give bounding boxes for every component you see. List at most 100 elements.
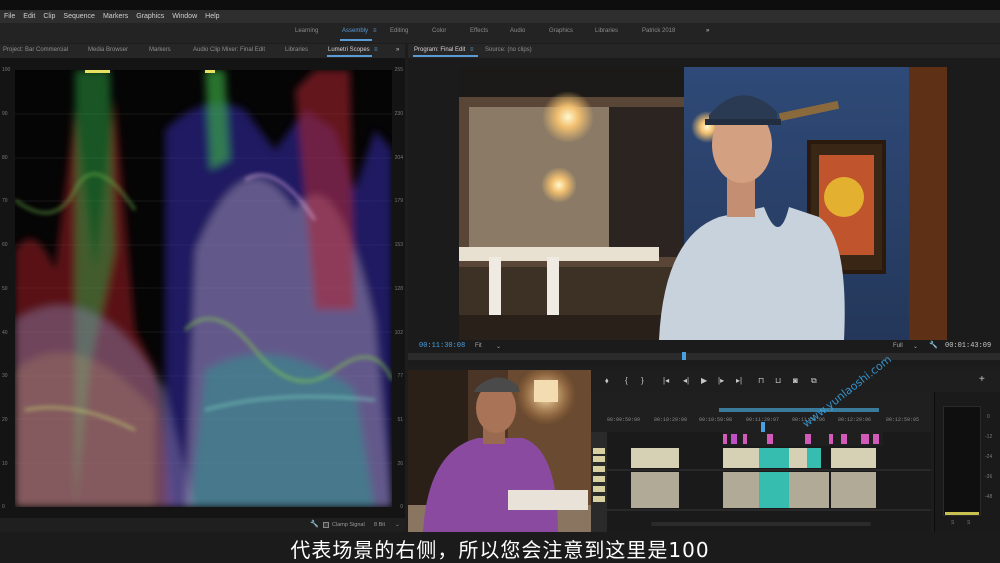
chevron-down-icon[interactable]: ⌄ [395, 522, 400, 528]
scale-label: 0 [2, 504, 5, 510]
comparison-view-icon[interactable]: ⧉ [811, 376, 817, 386]
go-to-out-icon[interactable]: ▸| [736, 376, 742, 385]
extract-icon[interactable]: ⊔ [775, 376, 781, 385]
menu-graphics[interactable]: Graphics [136, 13, 164, 20]
tab-audio-clip-mixer[interactable]: Audio Clip Mixer: Final Edit [193, 47, 265, 53]
scale-label: 80 [2, 155, 8, 161]
workspace-tab-color[interactable]: Color [432, 28, 446, 34]
add-icon[interactable]: + [979, 374, 985, 385]
workspace-tab-libraries[interactable]: Libraries [595, 28, 618, 34]
clamp-signal-checkbox[interactable] [323, 522, 329, 528]
tab-program[interactable]: Program: Final Edit [414, 47, 465, 53]
menu-bar: File Edit Clip Sequence Markers Graphics… [0, 10, 1000, 23]
program-tabs: Program: Final Edit ≡ Source: (no clips) [408, 44, 1000, 58]
scale-label: 70 [2, 198, 8, 204]
workspace-overflow-icon[interactable]: » [706, 28, 709, 34]
timeline-tracks[interactable] [591, 432, 931, 532]
scale-label: 153 [394, 242, 403, 248]
active-workspace-indicator [340, 39, 372, 41]
marker-icon[interactable]: ⬧ [605, 376, 609, 386]
step-back-icon[interactable]: ◂| [683, 376, 689, 385]
tab-markers[interactable]: Markers [149, 47, 171, 53]
program-controls: 00:11:30:08 Fit ⌄ Full ⌄ 🔧 00:01:43:09 [408, 340, 1000, 366]
active-tab-indicator [413, 55, 478, 57]
scale-label: 230 [394, 111, 403, 117]
panel-menu-icon[interactable]: ≡ [374, 47, 378, 53]
timeline-panel: 00:09:59:09 00:10:29:08 00:10:59:08 00:1… [591, 392, 931, 532]
workspace-tab-editing[interactable]: Editing [390, 28, 408, 34]
solo-button[interactable]: S [967, 520, 970, 526]
in-point-icon[interactable]: { [625, 376, 628, 385]
meter-scale-label: -48 [985, 494, 993, 500]
workspace-tab-learning[interactable]: Learning [295, 28, 318, 34]
waveform-scope: 100 90 80 70 60 50 40 30 20 10 0 255 230… [0, 58, 405, 518]
workspace-tab-effects[interactable]: Effects [470, 28, 488, 34]
lift-icon[interactable]: ⊓ [758, 376, 764, 385]
program-time-ruler[interactable] [408, 353, 1000, 360]
workspace-tab-assembly[interactable]: Assembly [342, 28, 368, 34]
scale-label: 26 [397, 461, 403, 467]
current-timecode[interactable]: 00:11:30:08 [419, 342, 465, 350]
wrench-icon[interactable]: 🔧 [929, 341, 938, 349]
subtitle-text: 代表场景的右侧，所以您会注意到这里是100 [290, 538, 710, 562]
timeline-time-label: 00:09:59:09 [607, 417, 641, 423]
program-playhead[interactable] [682, 352, 686, 360]
audio-meter: 0 -12 -24 -36 -48 S S [934, 392, 1000, 532]
wrench-icon[interactable]: 🔧 [310, 520, 319, 528]
waveform-plot [15, 70, 392, 507]
tab-libraries[interactable]: Libraries [285, 47, 308, 53]
reference-video-frame [408, 370, 591, 532]
lumetri-scopes-panel: Project: Bar Commercial Media Browser Ma… [0, 44, 405, 532]
meter-scale-label: -36 [985, 474, 993, 480]
subtitle-bar: 代表场景的右侧，所以您会注意到这里是100 [0, 532, 1000, 563]
workspace-tab-graphics[interactable]: Graphics [549, 28, 573, 34]
workspace-menu-icon[interactable]: ≡ [373, 28, 377, 34]
scale-label: 204 [394, 155, 403, 161]
menu-edit[interactable]: Edit [23, 13, 35, 20]
scale-label: 90 [2, 111, 8, 117]
workspace-bar: Learning Assembly ≡ Editing Color Effect… [0, 23, 1000, 43]
program-video-frame[interactable] [459, 67, 947, 340]
step-forward-icon[interactable]: |▸ [718, 376, 724, 385]
menu-help[interactable]: Help [205, 13, 219, 20]
chevron-down-icon[interactable]: ⌄ [913, 343, 918, 350]
meter-scale-label: -12 [985, 434, 993, 440]
workspace-tab-patrick[interactable]: Patrick 2018 [642, 28, 675, 34]
timeline-playhead[interactable] [761, 422, 765, 432]
go-to-in-icon[interactable]: |◂ [663, 376, 669, 385]
scale-label: 50 [2, 286, 8, 292]
timeline-ruler[interactable]: 00:09:59:09 00:10:29:08 00:10:59:08 00:1… [591, 392, 931, 432]
meter-scale-label: -24 [985, 454, 993, 460]
tab-lumetri-scopes[interactable]: Lumetri Scopes [328, 47, 370, 53]
scope-scale-ire: 100 90 80 70 60 50 40 30 20 10 0 [2, 58, 14, 510]
chevron-down-icon[interactable]: ⌄ [496, 343, 501, 350]
scale-label: 102 [394, 330, 403, 336]
scale-label: 10 [2, 461, 8, 467]
meter-bars [943, 406, 981, 516]
solo-button[interactable]: S [951, 520, 954, 526]
export-frame-icon[interactable]: ◙ [793, 376, 798, 385]
workspace-tab-audio[interactable]: Audio [510, 28, 525, 34]
tab-project[interactable]: Project: Bar Commercial [3, 47, 68, 53]
menu-sequence[interactable]: Sequence [63, 13, 95, 20]
menu-file[interactable]: File [4, 13, 15, 20]
zoom-select[interactable]: Fit [475, 343, 482, 349]
work-area-bar[interactable] [719, 408, 879, 412]
menu-window[interactable]: Window [172, 13, 197, 20]
title-strip [0, 0, 1000, 10]
scale-label: 255 [394, 67, 403, 73]
tab-media-browser[interactable]: Media Browser [88, 47, 128, 53]
program-menu-icon[interactable]: ≡ [470, 47, 474, 53]
clip-indicator [85, 70, 110, 73]
quality-select[interactable]: Full [893, 343, 903, 349]
scale-label: 128 [394, 286, 403, 292]
panel-overflow-icon[interactable]: » [396, 47, 399, 53]
tab-source[interactable]: Source: (no clips) [485, 47, 532, 53]
bit-depth-select[interactable]: 8 Bit [374, 522, 385, 528]
play-icon[interactable]: ▶ [701, 376, 707, 385]
scale-label: 30 [2, 373, 8, 379]
out-point-icon[interactable]: } [641, 376, 644, 385]
menu-markers[interactable]: Markers [103, 13, 128, 20]
scope-scale-8bit: 255 230 204 179 153 128 102 77 51 26 0 [389, 58, 403, 510]
menu-clip[interactable]: Clip [43, 13, 55, 20]
